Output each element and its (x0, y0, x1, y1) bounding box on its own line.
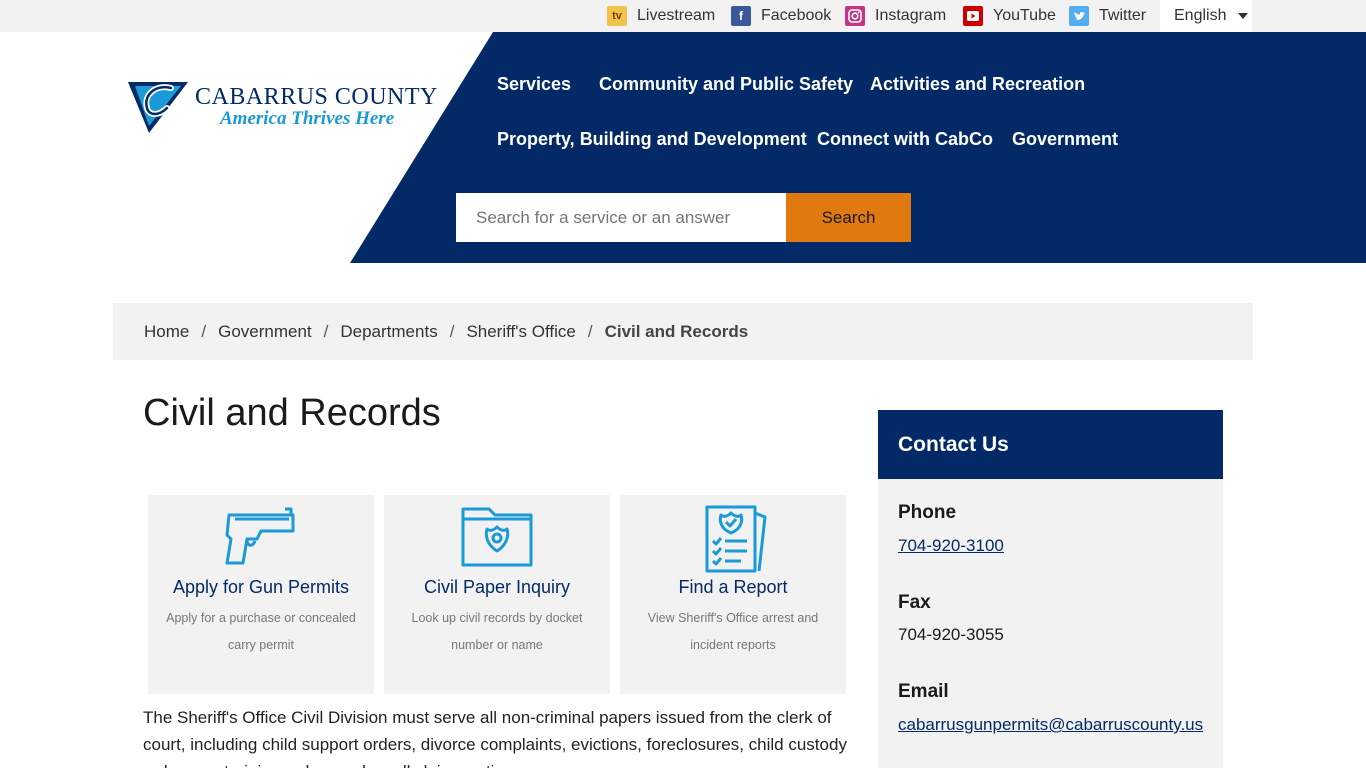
nav-services[interactable]: Services (497, 74, 571, 95)
nav-property-building-development[interactable]: Property, Building and Development (497, 129, 807, 150)
page-title: Civil and Records (143, 392, 441, 434)
instagram-link[interactable]: Instagram (845, 0, 946, 32)
search-button[interactable]: Search (786, 193, 911, 242)
facebook-label: Facebook (761, 7, 832, 24)
breadcrumb-departments[interactable]: Departments (340, 322, 437, 342)
logo-name: CABARRUS COUNTY (195, 84, 438, 110)
fax-label: Fax (898, 592, 931, 613)
breadcrumb-separator: / (449, 321, 455, 341)
page-body-text: The Sheriff's Office Civil Division must… (143, 708, 847, 768)
livestream-link[interactable]: tv Livestream (607, 0, 715, 32)
language-label: English (1174, 7, 1227, 24)
twitter-link[interactable]: Twitter (1069, 0, 1146, 32)
folder-badge-icon (384, 505, 610, 573)
card-civil-paper-inquiry[interactable]: Civil Paper Inquiry Look up civil record… (384, 495, 610, 694)
phone-link[interactable]: 704-920-3100 (898, 536, 1004, 556)
card-find-a-report[interactable]: Find a Report View Sheriff's Office arre… (620, 495, 846, 694)
breadcrumb-sheriffs-office[interactable]: Sheriff's Office (466, 322, 575, 342)
contact-panel: Contact Us Phone 704-920-3100 Fax 704-92… (878, 410, 1223, 768)
breadcrumb: Home / Government / Departments / Sherif… (113, 303, 1253, 360)
nav-community-public-safety[interactable]: Community and Public Safety (599, 74, 853, 95)
facebook-icon: f (731, 6, 751, 26)
nav-connect-with-cabco[interactable]: Connect with CabCo (817, 129, 993, 150)
fax-value: 704-920-3055 (898, 625, 1004, 644)
nav-government[interactable]: Government (1012, 129, 1118, 150)
breadcrumb-current: Civil and Records (604, 321, 749, 341)
email-link[interactable]: cabarrusgunpermits@cabarruscounty.us (898, 715, 1203, 735)
card-description: View Sheriff's Office arrest and inciden… (647, 611, 819, 652)
logo-tagline: America Thrives Here (220, 108, 395, 129)
card-description: Apply for a purchase or concealed carry … (166, 611, 356, 652)
search-input[interactable] (456, 193, 786, 242)
language-select[interactable]: English (1160, 0, 1252, 32)
card-gun-permits[interactable]: Apply for Gun Permits Apply for a purcha… (148, 495, 374, 694)
card-description: Look up civil records by docket number o… (411, 611, 583, 652)
youtube-icon (963, 6, 983, 26)
instagram-icon (845, 6, 865, 26)
card-title: Find a Report (678, 577, 788, 597)
county-logo-icon (128, 82, 188, 133)
card-title: Apply for Gun Permits (172, 577, 350, 597)
facebook-link[interactable]: f Facebook (731, 0, 831, 32)
email-label: Email (898, 681, 949, 702)
breadcrumb-separator: / (587, 321, 593, 341)
contact-heading: Contact Us (878, 410, 1223, 479)
livestream-label: Livestream (637, 7, 716, 24)
nav-activities-recreation[interactable]: Activities and Recreation (870, 74, 1085, 95)
twitter-icon (1069, 6, 1089, 26)
breadcrumb-separator: / (201, 321, 207, 341)
phone-label: Phone (898, 502, 957, 523)
report-checklist-icon (620, 505, 846, 573)
breadcrumb-home[interactable]: Home (144, 322, 189, 342)
breadcrumb-government[interactable]: Government (218, 322, 312, 342)
youtube-label: YouTube (993, 7, 1056, 24)
youtube-link[interactable]: YouTube (963, 0, 1056, 32)
instagram-label: Instagram (875, 7, 947, 24)
handgun-icon (148, 505, 374, 573)
chevron-down-icon (1238, 13, 1249, 19)
card-title: Civil Paper Inquiry (423, 577, 571, 597)
breadcrumb-separator: / (323, 321, 329, 341)
tv-icon: tv (607, 6, 627, 26)
twitter-label: Twitter (1099, 7, 1147, 24)
